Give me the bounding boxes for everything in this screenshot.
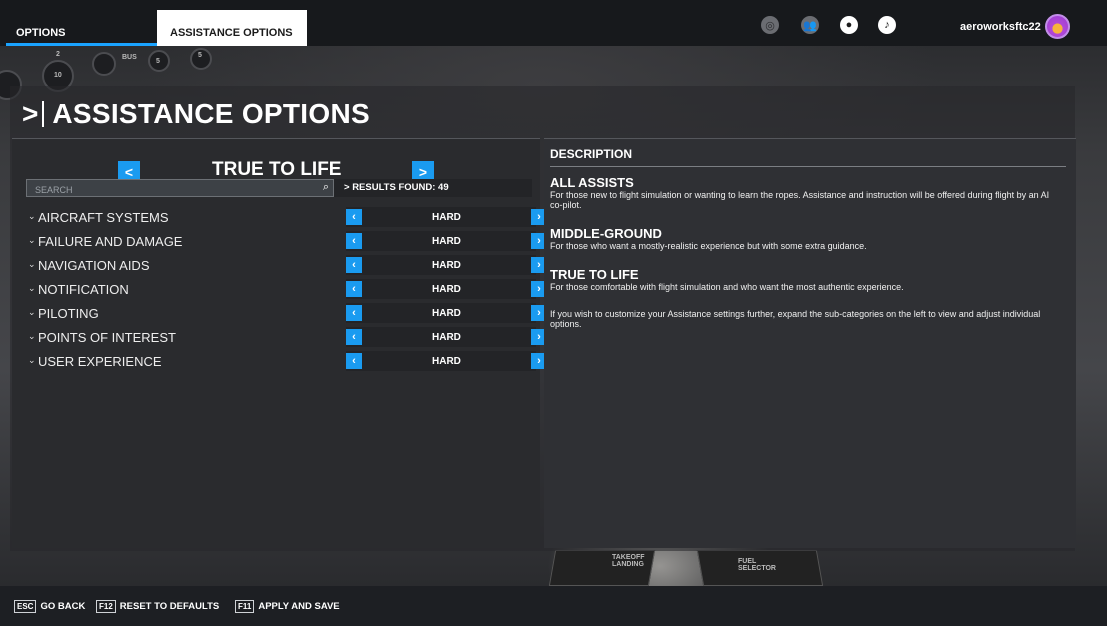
category-row[interactable]: ⌄ NOTIFICATION ‹ HARD › [26,279,547,301]
cockpit-label: 10 [54,72,62,79]
top-bar: OPTIONS ASSISTANCE OPTIONS ◎ 👥 ● ♪ aerow… [0,0,1107,46]
category-value: HARD [432,212,461,223]
category-value: HARD [432,308,461,319]
divider [550,166,1066,167]
value-prev-button[interactable]: ‹ [346,233,362,249]
value-prev-button[interactable]: ‹ [346,209,362,225]
category-value: HARD [432,236,461,247]
preset-selector: < TRUE TO LIFE > [12,147,540,183]
cockpit-label: FUEL SELECTOR [738,558,776,572]
go-back-label: GO BACK [40,601,86,612]
f11-key-icon: F11 [235,600,255,613]
category-value: HARD [432,284,461,295]
value-prev-button[interactable]: ‹ [346,353,362,369]
bottom-bar: ESC GO BACK F12 RESET TO DEFAULTS F11 AP… [0,586,1107,626]
description-footer: If you wish to customize your Assistance… [550,309,1060,329]
notification-icon[interactable]: ♪ [878,16,896,34]
value-prev-button[interactable]: ‹ [346,257,362,273]
category-value: HARD [432,332,461,343]
cockpit-dial [92,52,116,76]
page-title-wrap: > ASSISTANCE OPTIONS [22,98,370,130]
description-item: TRUE TO LIFE For those comfortable with … [550,267,1060,293]
cockpit-label: 2 [56,51,60,58]
chevron-right-icon: > [344,182,353,193]
title-chevron-icon: > [22,98,39,129]
search-input[interactable] [27,182,307,198]
cockpit-label: 5 [156,58,160,65]
category-value: HARD [432,356,461,367]
results-count: > RESULTS FOUND: 49 [334,179,532,197]
preset-label: TRUE TO LIFE [212,159,342,180]
apply-save-button[interactable]: F11 APPLY AND SAVE [235,600,340,613]
esc-key-icon: ESC [14,600,37,613]
category-label: POINTS OF INTEREST [38,330,176,345]
category-row[interactable]: ⌄ FAILURE AND DAMAGE ‹ HARD › [26,231,547,253]
avatar[interactable] [1045,14,1070,39]
cockpit-label: TAKEOFF LANDING [612,554,645,568]
go-back-button[interactable]: ESC GO BACK [14,600,85,613]
tab-options-label: OPTIONS [16,27,66,39]
description-item: ALL ASSISTS For those new to flight simu… [550,175,1060,211]
description-text: For those new to flight simulation or wa… [550,190,1050,210]
description-heading: DESCRIPTION [550,147,633,161]
apply-save-label: APPLY AND SAVE [258,601,340,612]
category-label: PILOTING [38,306,99,321]
settings-panel: < TRUE TO LIFE > ⌕ > RESULTS FOUND: 49 ⌄… [12,138,547,548]
category-value: HARD [432,260,461,271]
search-box: ⌕ [26,179,334,198]
f12-key-icon: F12 [96,600,116,613]
cockpit-label: BUS [122,54,137,61]
description-footer-text: If you wish to customize your Assistance… [550,309,1041,329]
friends-icon[interactable]: 👥 [801,16,819,34]
search-icon[interactable]: ⌕ [323,181,329,194]
description-item: MIDDLE-GROUND For those who want a mostl… [550,226,1060,252]
chevron-down-icon: ⌄ [28,259,36,269]
category-row[interactable]: ⌄ AIRCRAFT SYSTEMS ‹ HARD › [26,207,547,229]
description-title: ALL ASSISTS [550,175,634,190]
category-row[interactable]: ⌄ PILOTING ‹ HARD › [26,303,547,325]
reset-defaults-button[interactable]: F12 RESET TO DEFAULTS [96,600,219,613]
page-title: ASSISTANCE OPTIONS [52,98,370,129]
description-title: TRUE TO LIFE [550,267,639,282]
radar-icon[interactable]: ◎ [761,16,779,34]
category-label: USER EXPERIENCE [38,354,162,369]
category-row[interactable]: ⌄ USER EXPERIENCE ‹ HARD › [26,351,547,373]
category-label: NOTIFICATION [38,282,129,297]
title-divider [42,101,45,127]
category-row[interactable]: ⌄ NAVIGATION AIDS ‹ HARD › [26,255,547,277]
category-label: AIRCRAFT SYSTEMS [38,210,169,225]
chevron-down-icon: ⌄ [28,283,36,293]
results-label: RESULTS FOUND: 49 [352,182,449,193]
value-prev-button[interactable]: ‹ [346,281,362,297]
category-row[interactable]: ⌄ POINTS OF INTEREST ‹ HARD › [26,327,547,349]
tab-assistance-options[interactable]: ASSISTANCE OPTIONS [157,10,307,46]
profile-icon[interactable]: ● [840,16,858,34]
reset-defaults-label: RESET TO DEFAULTS [119,601,220,612]
category-label: FAILURE AND DAMAGE [38,234,183,249]
tab-options[interactable]: OPTIONS [0,10,157,46]
chevron-down-icon: ⌄ [28,355,36,365]
tab-active-indicator [6,43,157,46]
description-text: For those who want a mostly-realistic ex… [550,241,867,251]
chevron-down-icon: ⌄ [28,307,36,317]
chevron-down-icon: ⌄ [28,235,36,245]
chevron-down-icon: ⌄ [28,211,36,221]
chevron-down-icon: ⌄ [28,331,36,341]
category-label: NAVIGATION AIDS [38,258,150,273]
cockpit-label: 5 [198,52,202,59]
value-prev-button[interactable]: ‹ [346,305,362,321]
value-prev-button[interactable]: ‹ [346,329,362,345]
description-title: MIDDLE-GROUND [550,226,662,241]
description-panel: DESCRIPTION ALL ASSISTS For those new to… [544,138,1076,548]
tab-assistance-label: ASSISTANCE OPTIONS [170,27,293,39]
description-text: For those comfortable with flight simula… [550,282,904,292]
username[interactable]: aeroworksftc22 [960,21,1041,33]
